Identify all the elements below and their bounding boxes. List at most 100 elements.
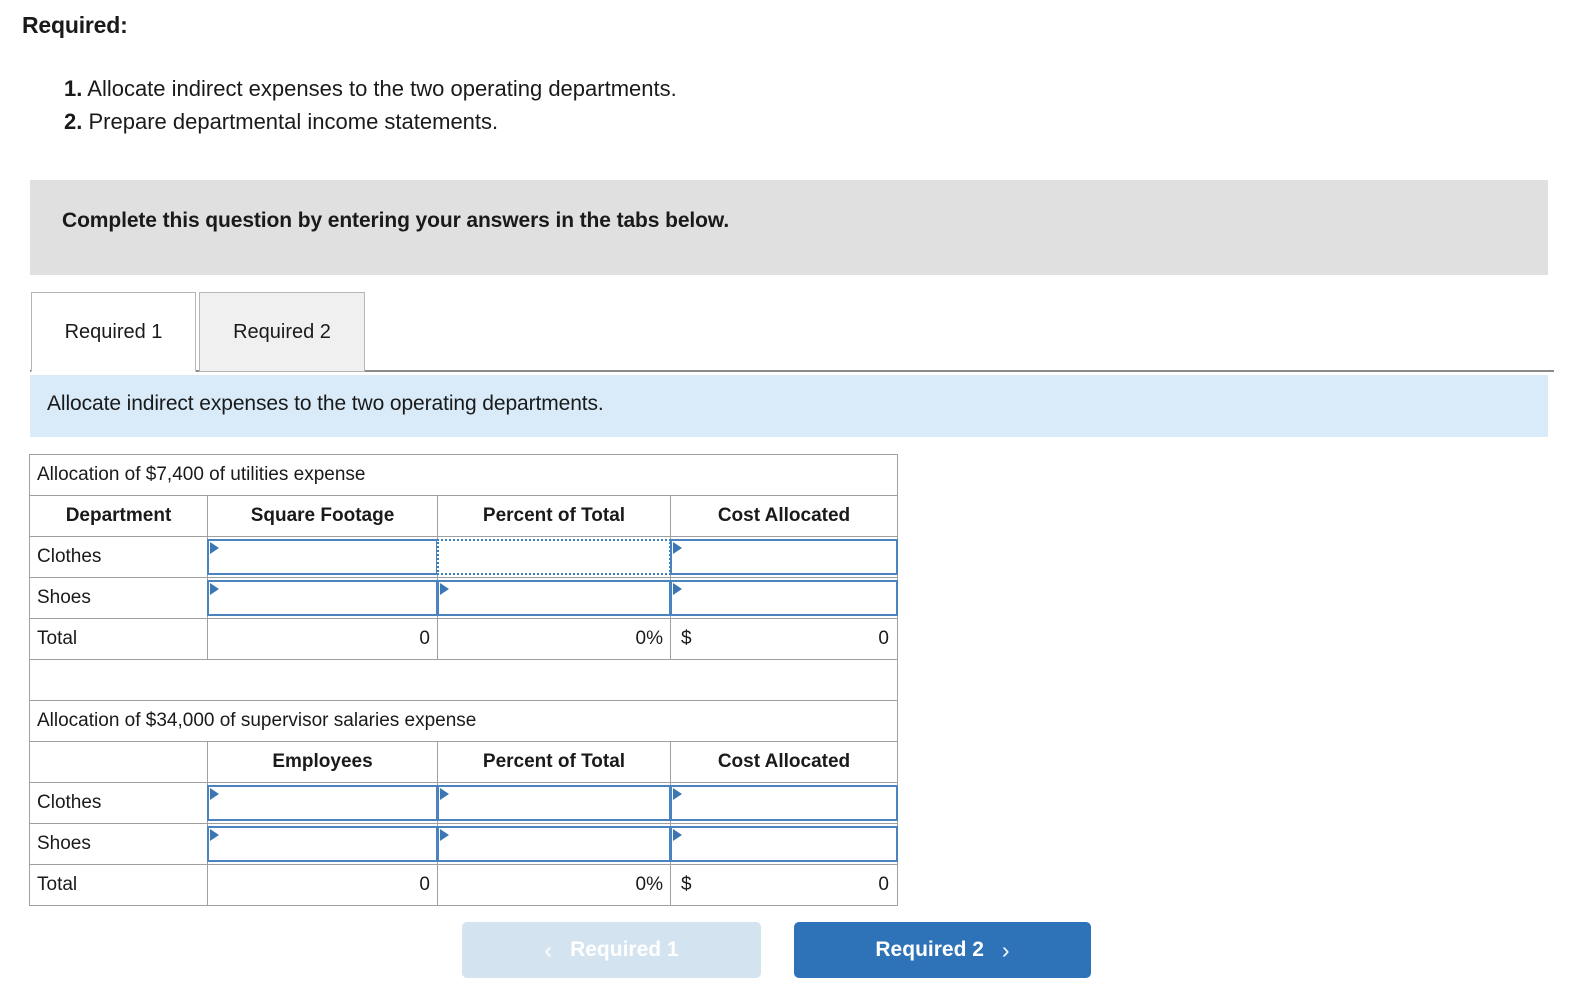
currency-symbol: $ xyxy=(681,628,692,649)
instruction-banner-text: Complete this question by entering your … xyxy=(62,209,730,232)
table2-clothes-cost-allocated-input[interactable] xyxy=(684,787,890,819)
currency-value: 0 xyxy=(878,874,889,895)
table1-row-label-shoes: Shoes xyxy=(29,577,208,619)
table1-total-square-footage: 0 xyxy=(207,618,438,660)
tab-label: Required 1 xyxy=(64,320,163,343)
table2-header-percent-of-total: Percent of Total xyxy=(437,741,671,783)
entry-marker-triangle-icon xyxy=(440,583,449,595)
list-item: 1. Allocate indirect expenses to the two… xyxy=(64,72,677,105)
entry-box xyxy=(207,826,438,862)
next-required-2-button[interactable]: Required 2 › xyxy=(794,922,1091,978)
chevron-left-icon: ‹ xyxy=(544,936,553,963)
table1-clothes-square-footage-cell[interactable] xyxy=(207,536,438,578)
table2-shoes-employees-cell[interactable] xyxy=(207,823,438,865)
requirement-number: 1. xyxy=(64,76,83,101)
table-row: Clothes xyxy=(29,536,898,578)
tab-label: Required 2 xyxy=(233,320,331,343)
table1-shoes-cost-allocated-input[interactable] xyxy=(684,582,890,614)
sub-instruction-text: Allocate indirect expenses to the two op… xyxy=(47,392,604,415)
table2-header-employees: Employees xyxy=(207,741,438,783)
table2-total-percent: 0% xyxy=(437,864,671,906)
table1-shoes-cost-allocated-cell[interactable] xyxy=(670,577,898,619)
table1-shoes-square-footage-input[interactable] xyxy=(221,582,430,614)
table1-shoes-percent-cell[interactable] xyxy=(437,577,671,619)
table-row: Allocation of $7,400 of utilities expens… xyxy=(29,454,898,496)
previous-required-1-button[interactable]: ‹ Required 1 xyxy=(462,922,761,978)
entry-box xyxy=(207,580,438,616)
entry-marker-triangle-icon xyxy=(210,583,219,595)
entry-marker-triangle-icon xyxy=(440,829,449,841)
table1-clothes-cost-allocated-cell[interactable] xyxy=(670,536,898,578)
entry-marker-triangle-icon xyxy=(673,542,682,554)
page-title: Required: xyxy=(22,12,128,38)
table1-header-department: Department xyxy=(29,495,208,537)
table-row: Clothes xyxy=(29,782,898,824)
entry-box xyxy=(207,785,438,821)
table1-header-square-footage: Square Footage xyxy=(207,495,438,537)
table2-shoes-percent-input[interactable] xyxy=(451,828,663,860)
table1-clothes-percent-input[interactable] xyxy=(451,541,663,573)
tab-required-1[interactable]: Required 1 xyxy=(31,292,196,372)
entry-box xyxy=(207,539,438,575)
entry-box xyxy=(670,539,898,575)
table1-shoes-percent-input[interactable] xyxy=(451,582,663,614)
spacer-cell xyxy=(29,659,898,701)
navigation-buttons: ‹ Required 1 Required 2 › xyxy=(0,922,1574,984)
previous-button-label: Required 1 xyxy=(570,938,679,961)
requirements-list: 1. Allocate indirect expenses to the two… xyxy=(64,72,677,138)
table2-total-label: Total xyxy=(29,864,208,906)
entry-box xyxy=(437,785,671,821)
entry-box xyxy=(670,580,898,616)
table2-clothes-percent-cell[interactable] xyxy=(437,782,671,824)
table2-clothes-employees-cell[interactable] xyxy=(207,782,438,824)
entry-box-selected xyxy=(437,539,671,575)
table-row: Total 0 0% $ 0 xyxy=(29,618,898,660)
entry-marker-triangle-icon xyxy=(673,829,682,841)
instruction-banner: Complete this question by entering your … xyxy=(30,180,1548,275)
tab-required-2[interactable]: Required 2 xyxy=(199,292,365,372)
table2-header-cost-allocated: Cost Allocated xyxy=(670,741,898,783)
table1-clothes-square-footage-input[interactable] xyxy=(221,541,430,573)
table1-total-percent: 0% xyxy=(437,618,671,660)
list-item: 2. Prepare departmental income statement… xyxy=(64,105,677,138)
table2-shoes-employees-input[interactable] xyxy=(221,828,430,860)
entry-marker-triangle-icon xyxy=(440,788,449,800)
table1-clothes-percent-cell[interactable] xyxy=(437,536,671,578)
table2-row-label-shoes: Shoes xyxy=(29,823,208,865)
next-button-label: Required 2 xyxy=(875,938,984,961)
entry-box xyxy=(670,785,898,821)
requirement-text: Prepare departmental income statements. xyxy=(88,109,499,134)
table1-shoes-square-footage-cell[interactable] xyxy=(207,577,438,619)
table1-clothes-cost-allocated-input[interactable] xyxy=(684,541,890,573)
table-row: Allocation of $34,000 of supervisor sala… xyxy=(29,700,898,742)
table-row: Total 0 0% $ 0 xyxy=(29,864,898,906)
table2-total-cost-allocated: $ 0 xyxy=(670,864,898,906)
table2-clothes-employees-input[interactable] xyxy=(221,787,430,819)
sub-instruction-bar: Allocate indirect expenses to the two op… xyxy=(30,375,1548,437)
table2-shoes-percent-cell[interactable] xyxy=(437,823,671,865)
allocation-worksheet: Allocation of $7,400 of utilities expens… xyxy=(29,454,898,906)
table1-total-label: Total xyxy=(29,618,208,660)
table2-clothes-cost-allocated-cell[interactable] xyxy=(670,782,898,824)
table1-header-cost-allocated: Cost Allocated xyxy=(670,495,898,537)
tab-bar: Required 1 Required 2 xyxy=(0,292,1574,372)
table1-row-label-clothes: Clothes xyxy=(29,536,208,578)
table-row: Shoes xyxy=(29,823,898,865)
table-row: Employees Percent of Total Cost Allocate… xyxy=(29,741,898,783)
table2-shoes-cost-allocated-cell[interactable] xyxy=(670,823,898,865)
entry-box xyxy=(670,826,898,862)
table2-shoes-cost-allocated-input[interactable] xyxy=(684,828,890,860)
table2-clothes-percent-input[interactable] xyxy=(451,787,663,819)
table1-total-cost-allocated: $ 0 xyxy=(670,618,898,660)
table-spacer-row xyxy=(29,659,898,701)
table1-header-percent-of-total: Percent of Total xyxy=(437,495,671,537)
table-row: Shoes xyxy=(29,577,898,619)
table-row: Department Square Footage Percent of Tot… xyxy=(29,495,898,537)
chevron-right-icon: › xyxy=(1001,936,1010,963)
currency-value: 0 xyxy=(878,628,889,649)
currency-symbol: $ xyxy=(681,874,692,895)
requirement-number: 2. xyxy=(64,109,83,134)
table2-total-employees: 0 xyxy=(207,864,438,906)
table2-row-label-clothes: Clothes xyxy=(29,782,208,824)
entry-marker-triangle-icon xyxy=(673,788,682,800)
